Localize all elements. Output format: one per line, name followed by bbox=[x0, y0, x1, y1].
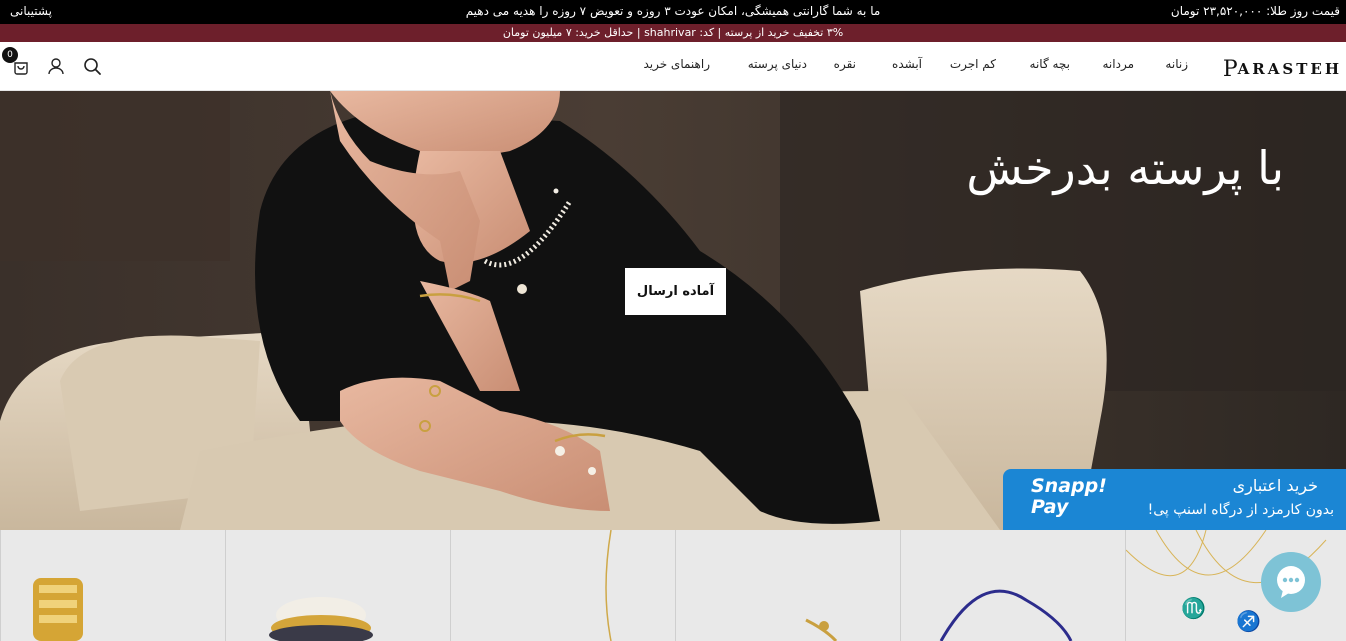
site-header: PARASTEH زنانه مردانه بچه گانه کم اجرت آ… bbox=[0, 42, 1346, 91]
svg-text:♏: ♏ bbox=[1181, 596, 1206, 620]
site-logo[interactable]: PARASTEH bbox=[1222, 55, 1342, 82]
nav-kids[interactable]: بچه گانه bbox=[1030, 57, 1070, 71]
cart-count-badge: 0 bbox=[2, 47, 18, 63]
hero-banner[interactable]: با پرسته بدرخش آماده ارسال Snapp! Pay خری… bbox=[0, 91, 1346, 530]
product-tiles: ♏ ♐ bbox=[0, 530, 1346, 641]
snapp-logo-line1: Snapp! bbox=[1031, 475, 1107, 497]
gold-chain-image bbox=[605, 530, 612, 641]
hero-title: با پرسته بدرخش bbox=[966, 141, 1284, 195]
user-icon bbox=[48, 58, 64, 75]
snapp-logo-line2: Pay bbox=[1031, 496, 1069, 518]
product-tile[interactable] bbox=[675, 530, 900, 641]
product-tile[interactable] bbox=[900, 530, 1125, 641]
promo-bar: ۳% تخفیف خرید از پرسته | کد: shahrivar |… bbox=[0, 24, 1346, 42]
search-icon bbox=[84, 58, 101, 75]
product-tile[interactable] bbox=[225, 530, 450, 641]
cart-button[interactable]: 0 bbox=[2, 47, 34, 80]
product-tile[interactable] bbox=[0, 530, 225, 641]
blue-cord-bracelet-image bbox=[939, 589, 1073, 641]
snapp-pay-logo: Snapp! Pay bbox=[1031, 476, 1107, 518]
ring-stack-image bbox=[33, 578, 83, 641]
product-tile[interactable] bbox=[450, 530, 675, 641]
nav-melted-gold[interactable]: آبشده bbox=[892, 57, 922, 71]
snapp-pay-banner[interactable]: Snapp! Pay خرید اعتباری بدون کارمزد از در… bbox=[1003, 469, 1346, 530]
nav-parasteh-world[interactable]: دنیای پرسته bbox=[748, 57, 807, 71]
chat-button[interactable] bbox=[1261, 552, 1321, 612]
snapp-subtitle: بدون کارمزد از درگاه اسنپ پی! bbox=[1147, 502, 1334, 518]
top-bar: پشتیبانی ما به شما گارانتی همیشگی، امکان… bbox=[0, 0, 1346, 24]
logo-text: ARASTEH bbox=[1237, 60, 1342, 78]
gold-price: قیمت روز طلا: ۲۳,۵۲۰,۰۰۰ تومان bbox=[1170, 4, 1340, 18]
svg-text:♐: ♐ bbox=[1236, 609, 1261, 633]
ready-to-ship-button[interactable]: آماده ارسال bbox=[625, 268, 726, 315]
pearl-ring-image bbox=[269, 597, 373, 641]
logo-initial: P bbox=[1222, 57, 1238, 82]
support-link[interactable]: پشتیبانی bbox=[10, 4, 52, 18]
nav-men[interactable]: مردانه bbox=[1103, 57, 1135, 71]
nav-women[interactable]: زنانه bbox=[1165, 57, 1188, 71]
chat-icon bbox=[1277, 566, 1305, 598]
nav-silver[interactable]: نقره bbox=[834, 57, 856, 71]
guarantee-announcement: ما به شما گارانتی همیشگی، امکان عودت ۳ ر… bbox=[465, 4, 881, 18]
search-button[interactable] bbox=[79, 52, 105, 80]
letter-pendant-image bbox=[805, 618, 838, 641]
snapp-title: خرید اعتباری bbox=[1232, 476, 1318, 495]
account-button[interactable] bbox=[43, 52, 69, 80]
nav-low-wage[interactable]: کم اجرت bbox=[950, 57, 996, 71]
nav-shopping-guide[interactable]: راهنمای خرید bbox=[643, 57, 710, 71]
